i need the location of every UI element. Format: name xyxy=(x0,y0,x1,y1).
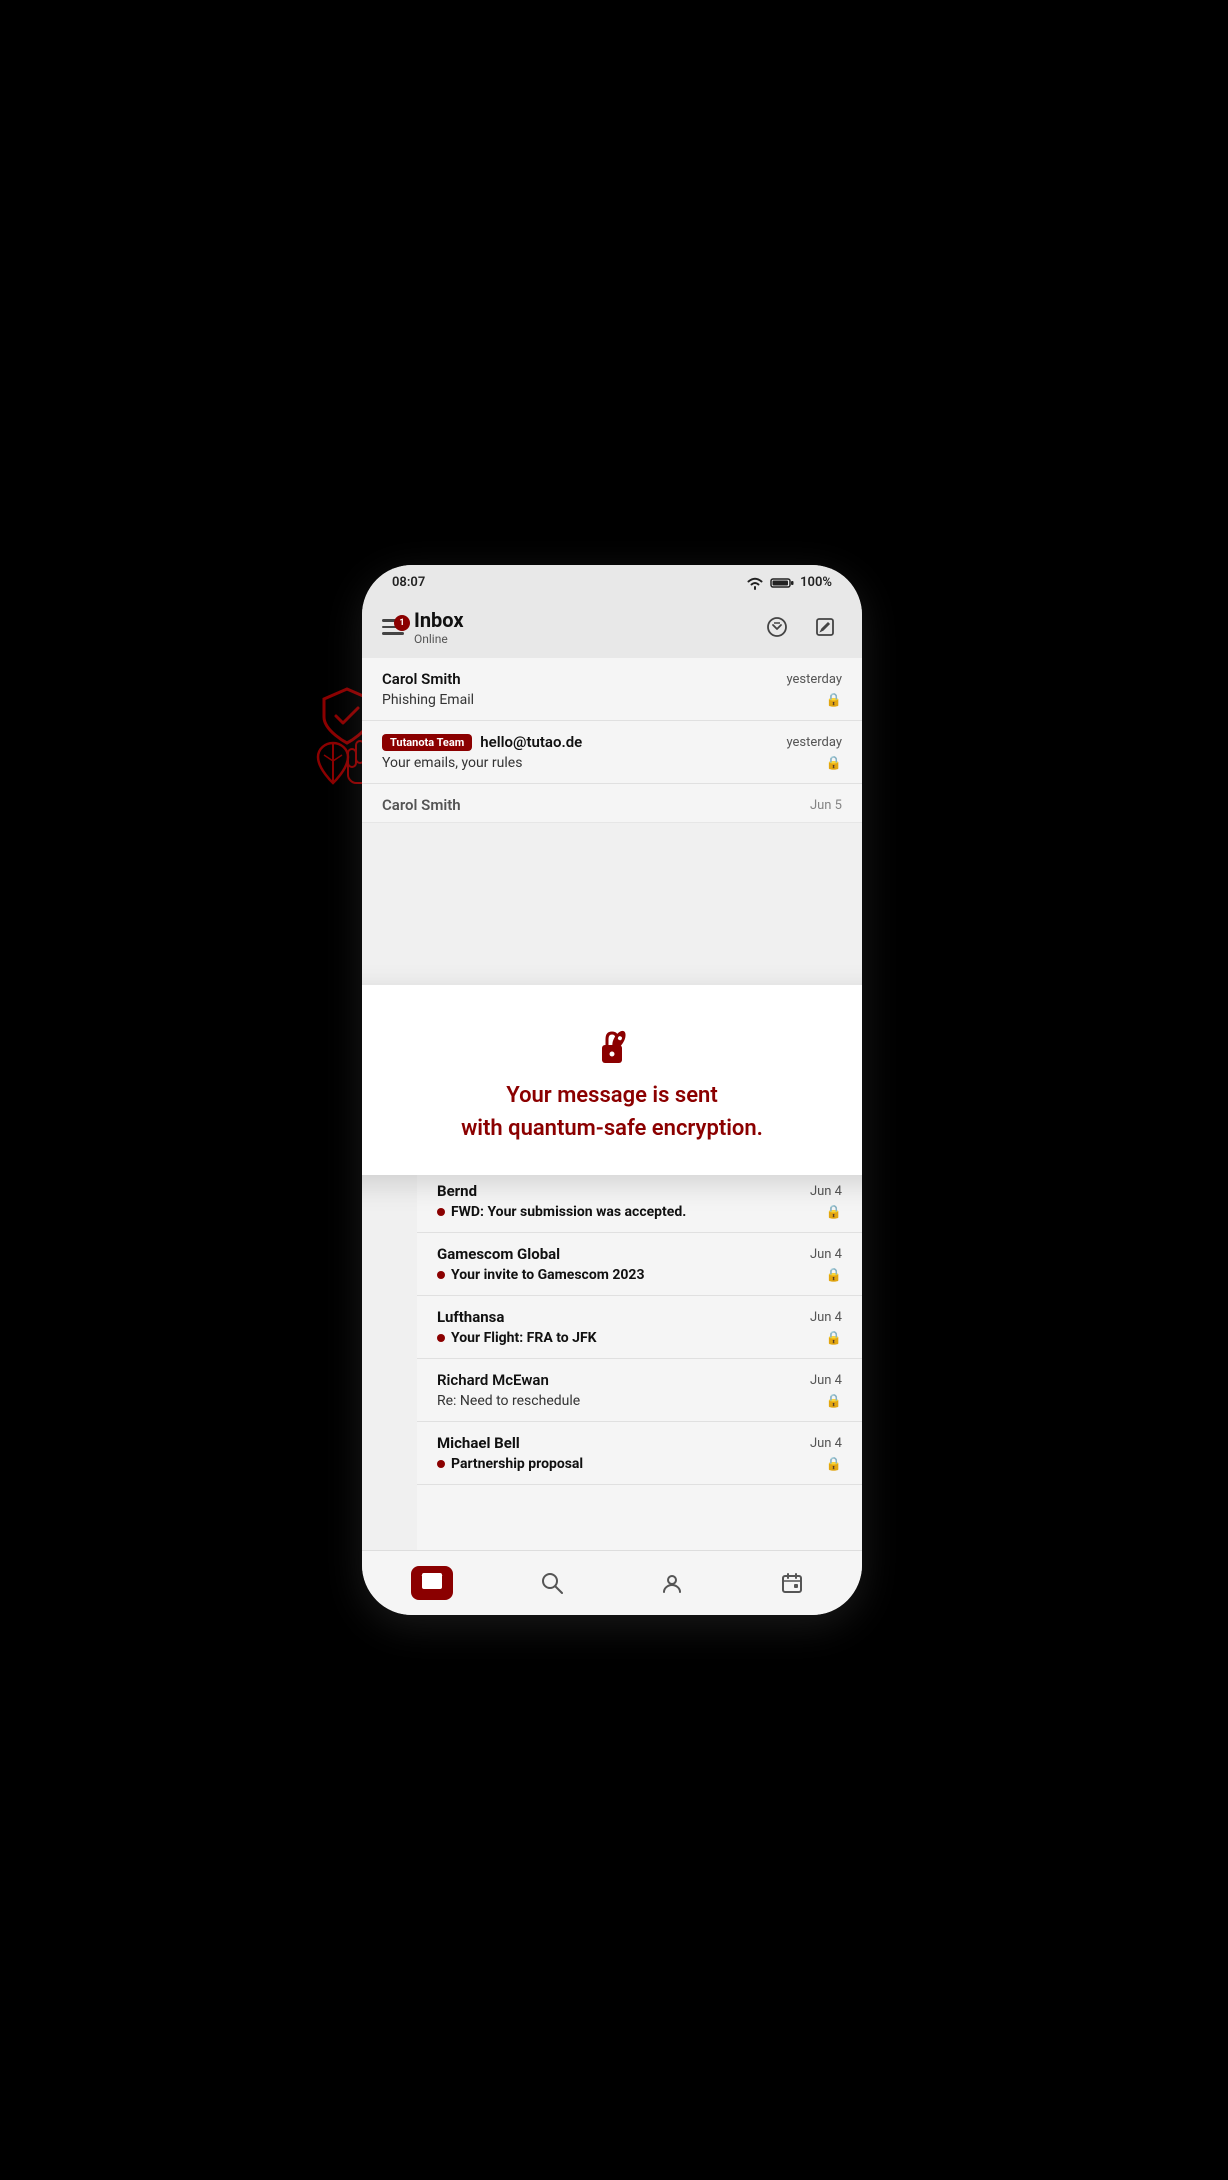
nav-mail[interactable] xyxy=(407,1563,457,1603)
lock-icon: 🔒 xyxy=(826,693,842,708)
time-display: 08:07 xyxy=(392,575,425,590)
email-item-michael-bell[interactable]: Michael Bell Jun 4 Partnership proposal … xyxy=(417,1422,862,1485)
nav-calendar[interactable] xyxy=(767,1563,817,1603)
email-date: Jun 4 xyxy=(810,1436,842,1451)
lock-icon: 🔒 xyxy=(826,1268,842,1283)
inbox-title-group: Inbox Online xyxy=(414,608,464,646)
email-sender: Tutanota Team hello@tutao.de xyxy=(382,733,582,751)
unread-dot xyxy=(437,1334,445,1342)
email-list: Carol Smith yesterday Phishing Email 🔒 T… xyxy=(362,658,862,823)
email-date: Jun 5 xyxy=(810,798,842,813)
unread-dot xyxy=(437,1208,445,1216)
header-left: 1 Inbox Online xyxy=(382,608,464,646)
quantum-text: Your message is sent with quantum-safe e… xyxy=(461,1079,763,1145)
email-item-gamescom[interactable]: Gamescom Global Jun 4 Your invite to Gam… xyxy=(417,1233,862,1296)
email-subject: Phishing Email xyxy=(382,692,474,708)
email-subject: Your invite to Gamescom 2023 xyxy=(437,1267,644,1283)
inbox-title: Inbox xyxy=(414,608,464,632)
email-sender: Michael Bell xyxy=(437,1434,520,1452)
email-subject: Partnership proposal xyxy=(437,1456,583,1472)
email-item-richard[interactable]: Richard McEwan Jun 4 Re: Need to resched… xyxy=(417,1359,862,1422)
calendar-icon xyxy=(781,1572,803,1594)
compose-icon xyxy=(814,616,836,638)
menu-button[interactable]: 1 xyxy=(382,619,404,635)
wifi-icon xyxy=(746,576,764,590)
lock-icon: 🔒 xyxy=(826,1205,842,1220)
nav-contacts[interactable] xyxy=(647,1563,697,1603)
email-date: Jun 4 xyxy=(810,1247,842,1262)
lock-icon: 🔒 xyxy=(826,1457,842,1472)
email-item-carol-partial[interactable]: Carol Smith Jun 5 xyxy=(362,784,862,823)
compose-button[interactable] xyxy=(808,610,842,644)
tutanota-badge: Tutanota Team xyxy=(382,734,472,751)
lock-icon: 🔒 xyxy=(826,756,842,771)
email-sender: Carol Smith xyxy=(382,796,461,814)
email-sender: Carol Smith xyxy=(382,670,461,688)
inbox-status: Online xyxy=(414,632,464,646)
email-sender: Lufthansa xyxy=(437,1308,504,1326)
status-bar: 08:07 100% xyxy=(362,565,862,600)
unread-dot xyxy=(437,1271,445,1279)
status-right: 100% xyxy=(746,575,832,590)
nav-search[interactable] xyxy=(527,1563,577,1603)
email-item-lufthansa[interactable]: Lufthansa Jun 4 Your Flight: FRA to JFK … xyxy=(417,1296,862,1359)
email-sender: Richard McEwan xyxy=(437,1371,549,1389)
bottom-nav xyxy=(362,1550,862,1615)
header-actions xyxy=(760,610,842,644)
email-item-tutanota[interactable]: Tutanota Team hello@tutao.de yesterday Y… xyxy=(362,721,862,784)
quantum-overlay: Your message is sent with quantum-safe e… xyxy=(362,985,862,1175)
email-list-lower: Re: Annual budget 🔒 Bernd Jun 4 FWD: You… xyxy=(417,1137,862,1551)
email-date: yesterday xyxy=(786,672,842,687)
email-item-bernd[interactable]: Bernd Jun 4 FWD: Your submission was acc… xyxy=(417,1170,862,1233)
battery-icon xyxy=(770,577,794,589)
unread-dot xyxy=(437,1460,445,1468)
email-subject: Your Flight: FRA to JFK xyxy=(437,1330,597,1346)
email-date: Jun 4 xyxy=(810,1310,842,1325)
inbox-header: 1 Inbox Online xyxy=(362,600,862,658)
battery-percent: 100% xyxy=(800,575,832,590)
email-subject: Your emails, your rules xyxy=(382,755,522,771)
search-icon xyxy=(541,1572,563,1594)
contacts-icon xyxy=(661,1572,683,1594)
email-sender: Bernd xyxy=(437,1182,477,1200)
unread-badge: 1 xyxy=(394,615,410,631)
quantum-safe-icon xyxy=(580,1015,644,1079)
email-subject: FWD: Your submission was accepted. xyxy=(437,1204,686,1220)
email-date: Jun 4 xyxy=(810,1373,842,1388)
email-item-carol-phishing[interactable]: Carol Smith yesterday Phishing Email 🔒 xyxy=(362,658,862,721)
lock-icon: 🔒 xyxy=(826,1331,842,1346)
scene: 08:07 100% xyxy=(307,545,921,1635)
mail-icon xyxy=(421,1572,443,1590)
phone-frame: 08:07 100% xyxy=(362,565,862,1615)
email-date: Jun 4 xyxy=(810,1184,842,1199)
lock-icon: 🔒 xyxy=(826,1394,842,1409)
email-date: yesterday xyxy=(786,735,842,750)
email-subject: Re: Need to reschedule xyxy=(437,1393,580,1409)
email-sender: Gamescom Global xyxy=(437,1245,560,1263)
filter-icon xyxy=(766,616,788,638)
filter-button[interactable] xyxy=(760,610,794,644)
